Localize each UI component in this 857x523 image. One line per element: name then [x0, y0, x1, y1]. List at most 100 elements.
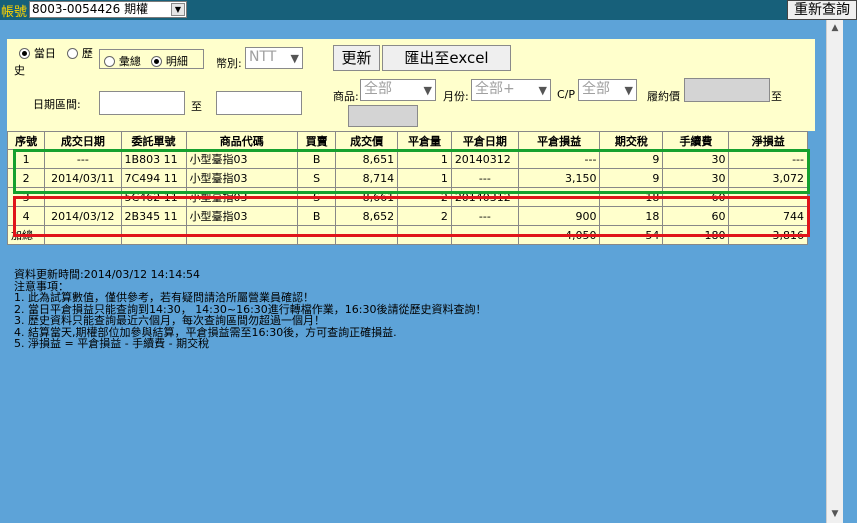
cell-fee: 60 [662, 187, 730, 207]
cell-order-no: 1B803 11 [120, 149, 187, 169]
table-row[interactable]: 4 2014/03/12 2B345 11 小型臺指03 B 8,652 2 -… [6, 206, 808, 226]
month-select-value: 全部+ [475, 81, 515, 97]
product-select-value: 全部 [364, 81, 392, 97]
total-net-pnl: 3,816 [728, 225, 808, 245]
cell-tax: 9 [599, 168, 664, 188]
date-to-input[interactable] [216, 91, 302, 115]
cell-product-code: 小型臺指03 [185, 168, 299, 188]
cell-close-qty: 2 [397, 187, 452, 207]
header-trade-date: 成交日期 [44, 131, 122, 150]
history-radio-group[interactable]: 歷 [67, 45, 93, 61]
currency-select-value: NTT [249, 49, 277, 65]
total-empty-cell [335, 225, 399, 245]
dropdown-arrow-icon[interactable]: ▼ [171, 3, 185, 16]
cell-tax: 18 [599, 187, 664, 207]
total-tax: 54 [599, 225, 664, 245]
cell-seq: 3 [6, 187, 46, 207]
cell-close-qty: 1 [397, 149, 452, 169]
strike-to-input[interactable] [348, 105, 418, 127]
pnl-table: 序號 成交日期 委託單號 商品代碼 買賣 成交價 平倉量 平倉日期 平倉損益 期… [6, 131, 808, 245]
account-select-value: 8003-0054426 期權 [32, 2, 149, 16]
cell-close-pnl: --- [517, 187, 601, 207]
cell-trade-date: 2014/03/11 [44, 168, 122, 188]
day-radio-icon[interactable] [19, 48, 30, 59]
cell-trade-date: --- [44, 149, 122, 169]
cell-side: S [297, 187, 337, 207]
total-empty-cell [450, 225, 519, 245]
cell-side: B [297, 149, 337, 169]
cp-select[interactable]: 全部 ▼ [578, 79, 637, 101]
strike-from-input[interactable] [684, 78, 770, 102]
cell-order-no: 7C494 11 [120, 168, 187, 188]
header-product-code: 商品代碼 [185, 131, 299, 150]
cell-close-date: --- [450, 206, 519, 226]
cell-product-code: 小型臺指03 [185, 149, 299, 169]
cell-close-qty: 2 [397, 206, 452, 226]
cell-net-pnl: --- [728, 187, 808, 207]
view-mode-group: 彙總 明細 [99, 49, 204, 69]
cell-tax: 9 [599, 149, 664, 169]
cell-price: 8,661 [335, 187, 399, 207]
detail-radio-icon[interactable] [151, 56, 162, 67]
cell-fee: 30 [662, 149, 730, 169]
currency-select[interactable]: NTT ▼ [245, 47, 303, 69]
cell-close-date: 20140312 [450, 187, 519, 207]
account-select[interactable]: 8003-0054426 期權 ▼ [29, 1, 187, 18]
summary-radio-group[interactable]: 彙總 [104, 53, 141, 69]
day-radio-group[interactable]: 當日 [19, 45, 56, 61]
header-close-pnl: 平倉損益 [517, 131, 601, 150]
total-empty-cell [185, 225, 299, 245]
cell-side: B [297, 206, 337, 226]
cell-close-pnl: 3,150 [517, 168, 601, 188]
month-select[interactable]: 全部+ ▼ [471, 79, 551, 101]
header-fee: 手續費 [662, 131, 730, 150]
date-to-label: 至 [191, 100, 202, 113]
chevron-down-icon: ▼ [624, 84, 633, 97]
date-from-input[interactable] [99, 91, 185, 115]
month-label: 月份: [443, 90, 469, 103]
notes-section: 資料更新時間:2014/03/12 14:14:54 注意事項： 1. 此為試算… [14, 269, 487, 350]
cp-label: C/P [557, 88, 576, 101]
total-empty-cell [120, 225, 187, 245]
table-row[interactable]: 1 --- 1B803 11 小型臺指03 B 8,651 1 20140312… [6, 149, 808, 169]
cell-tax: 18 [599, 206, 664, 226]
export-excel-button[interactable]: 匯出至excel [382, 45, 511, 71]
table-row[interactable]: 2 2014/03/11 7C494 11 小型臺指03 S 8,714 1 -… [6, 168, 808, 188]
refresh-query-button[interactable]: 重新查詢 [787, 0, 857, 20]
strike-label: 履約價 [647, 90, 680, 103]
cell-seq: 4 [6, 206, 46, 226]
cell-trade-date: --- [44, 187, 122, 207]
summary-radio-label: 彙總 [118, 55, 141, 68]
note-line-1: 1. 此為試算數值，僅供參考，若有疑問請洽所屬營業員確認！ [14, 291, 314, 304]
cell-close-date: 20140312 [450, 149, 519, 169]
header-close-qty: 平倉量 [397, 131, 452, 150]
cell-close-date: --- [450, 168, 519, 188]
detail-radio-label: 明細 [165, 55, 188, 68]
product-select[interactable]: 全部 ▼ [360, 79, 436, 101]
day-radio-label: 當日 [33, 47, 56, 60]
vertical-scrollbar[interactable]: ▲ ▼ [826, 20, 843, 523]
account-label: 帳號 [1, 5, 28, 20]
note-line-5: 5. 淨損益 = 平倉損益 - 手續費 - 期交稅 [14, 337, 210, 350]
scroll-down-icon[interactable]: ▼ [827, 506, 843, 523]
total-empty-cell [44, 225, 122, 245]
table-row[interactable]: 3 --- 5C462 11 小型臺指03 S 8,661 2 20140312… [6, 187, 808, 207]
product-label: 商品: [333, 90, 359, 103]
history-radio-icon[interactable] [67, 48, 78, 59]
top-bar: 帳號 8003-0054426 期權 ▼ 重新查詢 [0, 0, 857, 20]
filter-area: 當日 歷 史 彙總 明細 幣別: NTT ▼ 更新 匯出至excel 日期區間:… [7, 39, 815, 131]
cell-net-pnl: 3,072 [728, 168, 808, 188]
note-line-3: 3. 歷史資料只能查詢最近六個月，每次查詢區間勿超過一個月！ [14, 314, 325, 327]
cell-side: S [297, 168, 337, 188]
cell-order-no: 5C462 11 [120, 187, 187, 207]
cell-price: 8,714 [335, 168, 399, 188]
scroll-up-icon[interactable]: ▲ [827, 20, 843, 37]
update-time-text: 資料更新時間:2014/03/12 14:14:54 [14, 268, 201, 281]
detail-radio-group[interactable]: 明細 [151, 53, 188, 69]
header-net-pnl: 淨損益 [728, 131, 808, 150]
update-button[interactable]: 更新 [333, 45, 380, 71]
summary-radio-icon[interactable] [104, 56, 115, 67]
header-tax: 期交稅 [599, 131, 664, 150]
query-panel: 當日 歷 史 彙總 明細 幣別: NTT ▼ 更新 匯出至excel 日期區間:… [7, 39, 815, 131]
total-empty-cell [297, 225, 337, 245]
